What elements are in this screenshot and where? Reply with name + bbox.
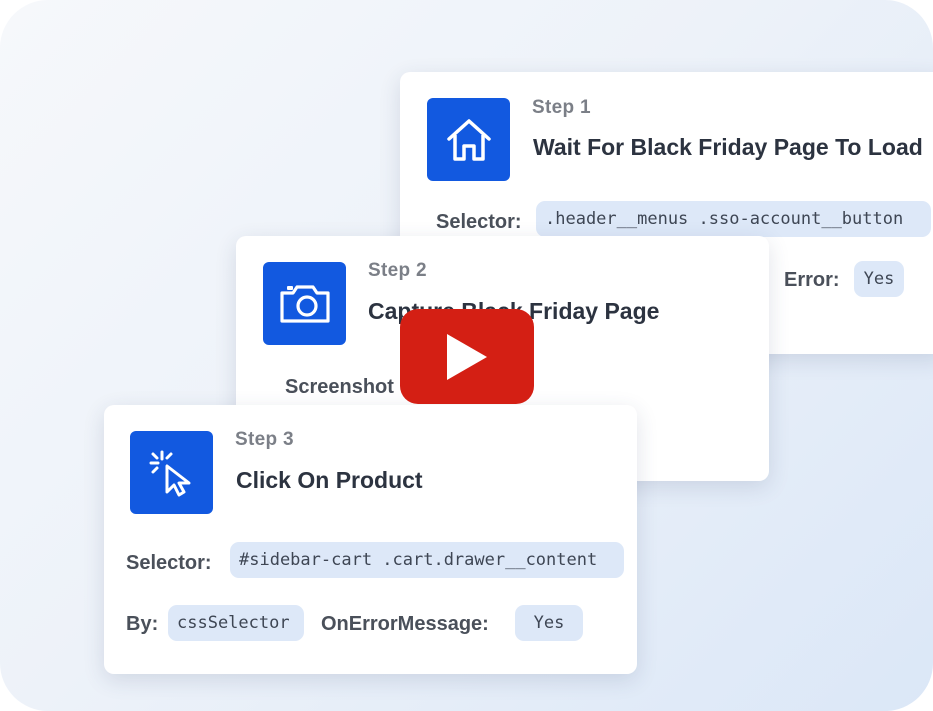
step-1-error-chip[interactable]: Yes [854,261,904,297]
step-2-label: Step 2 [368,260,427,281]
step-1-selector-label: Selector: [436,211,522,233]
home-icon [446,118,491,161]
step-3-selector-label: Selector: [126,552,212,574]
step-3-error-chip[interactable]: Yes [515,605,583,641]
step-3-selector-chip[interactable]: #sidebar-cart .cart.drawer__content [230,542,624,578]
step-3-label: Step 3 [235,429,294,450]
camera-icon [279,284,330,323]
step-1-title: Wait For Black Friday Page To Load [533,134,923,160]
step-2-screenshot-label: Screenshot [285,376,394,398]
cursor-click-icon [149,450,190,496]
step-1-selector-chip[interactable]: .header__menus .sso-account__button [536,201,931,237]
play-icon [447,333,487,380]
step-1-label: Step 1 [532,97,591,118]
step-3-by-chip[interactable]: cssSelector [168,605,304,641]
video-play-button[interactable] [400,309,534,404]
step-2-icon-box [263,262,346,345]
step-3-card: Step 3 Click On Product Selector: #sideb… [104,405,637,674]
background-panel: Step 1 Wait For Black Friday Page To Loa… [0,0,933,711]
step-3-error-label: OnErrorMessage: [321,613,489,635]
step-3-icon-box [130,431,213,514]
step-3-title: Click On Product [236,467,423,493]
step-1-error-label: Error: [784,269,840,291]
step-1-icon-box [427,98,510,181]
step-3-by-label: By: [126,613,159,635]
